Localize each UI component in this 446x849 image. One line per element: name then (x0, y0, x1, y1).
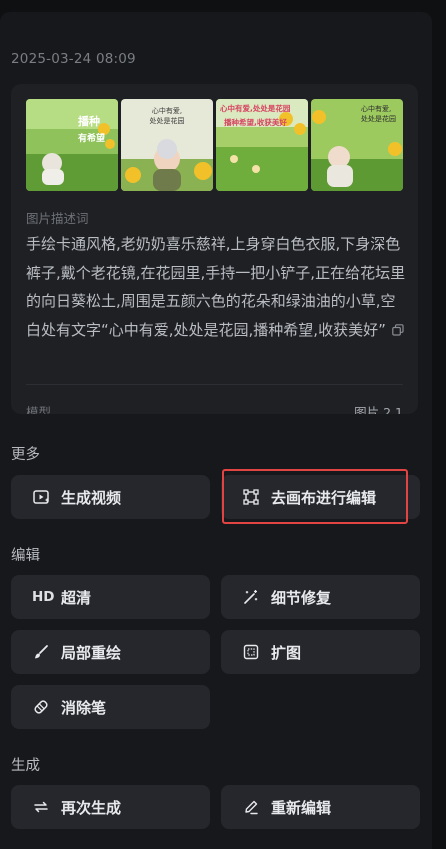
re-edit-button[interactable]: 重新编辑 (221, 785, 420, 829)
section-title-more: 更多 (11, 447, 40, 463)
thumbnail-strip: 播种 有希望 心中有爱, 处处是花园 心中有爱,处处是花园 播种希望,收获美好 … (26, 99, 403, 191)
thumb-caption: 心中有爱, (361, 104, 391, 113)
magic-wand-icon (242, 588, 260, 606)
prompt-label: 图片描述词 (26, 211, 89, 226)
thumbnail-4[interactable]: 心中有爱, 处处是花园 (311, 99, 403, 191)
thumbnail-1[interactable]: 播种 有希望 (26, 99, 118, 191)
thumb-caption: 有希望 (78, 132, 105, 144)
thumbnail-3[interactable]: 心中有爱,处处是花园 播种希望,收获美好 (216, 99, 308, 191)
copy-icon[interactable] (392, 317, 404, 346)
generate-video-label: 生成视频 (61, 488, 122, 507)
hd-icon: HD (32, 589, 55, 605)
thumb-caption: 播种 (78, 114, 100, 128)
prompt-text-content: 手绘卡通风格,老奶奶喜乐慈祥,上身穿白色衣服,下身深色裤子,戴个老花镜,在花园里… (26, 235, 406, 339)
re-edit-label: 重新编辑 (271, 798, 332, 817)
brush-icon (32, 643, 50, 661)
eraser-label: 消除笔 (61, 698, 107, 717)
thumbnail-2[interactable]: 心中有爱, 处处是花园 (121, 99, 213, 191)
regenerate-button[interactable]: 再次生成 (11, 785, 210, 829)
super-resolution-label: 超清 (61, 588, 92, 607)
partial-redraw-label: 局部重绘 (61, 643, 122, 662)
super-resolution-button[interactable]: HD 超清 (11, 575, 210, 619)
generate-video-button[interactable]: 生成视频 (11, 475, 210, 519)
thumb-caption: 播种希望,收获美好 (224, 117, 287, 127)
eraser-button[interactable]: 消除笔 (11, 685, 210, 729)
model-label: 模型 (26, 405, 52, 414)
partial-redraw-button[interactable]: 局部重绘 (11, 630, 210, 674)
expand-image-button[interactable]: 扩图 (221, 630, 420, 674)
image-result-card: 播种 有希望 心中有爱, 处处是花园 心中有爱,处处是花园 播种希望,收获美好 … (11, 84, 418, 414)
timestamp: 2025-03-24 08:09 (11, 51, 136, 67)
detail-repair-button[interactable]: 细节修复 (221, 575, 420, 619)
highlight-box (222, 469, 408, 524)
expand-frame-icon (242, 643, 260, 661)
card-divider (26, 384, 403, 385)
thumb-caption: 处处是花园 (361, 114, 396, 123)
expand-image-label: 扩图 (271, 643, 302, 662)
section-title-edit: 编辑 (11, 548, 40, 564)
refresh-icon (32, 798, 50, 816)
video-play-icon (32, 488, 50, 506)
regenerate-label: 再次生成 (61, 798, 122, 817)
section-title-generate: 生成 (11, 758, 40, 774)
detail-repair-label: 细节修复 (271, 588, 332, 607)
thumb-caption: 心中有爱,处处是花园 (220, 103, 291, 113)
eraser-icon (32, 698, 50, 716)
prompt-text: 手绘卡通风格,老奶奶喜乐慈祥,上身穿白色衣服,下身深色裤子,戴个老花镜,在花园里… (26, 230, 406, 345)
thumb-caption: 处处是花园 (150, 116, 185, 125)
pencil-icon (242, 798, 260, 816)
thumb-caption: 心中有爱, (152, 106, 182, 115)
model-value: 图片 2.1 (354, 405, 403, 414)
